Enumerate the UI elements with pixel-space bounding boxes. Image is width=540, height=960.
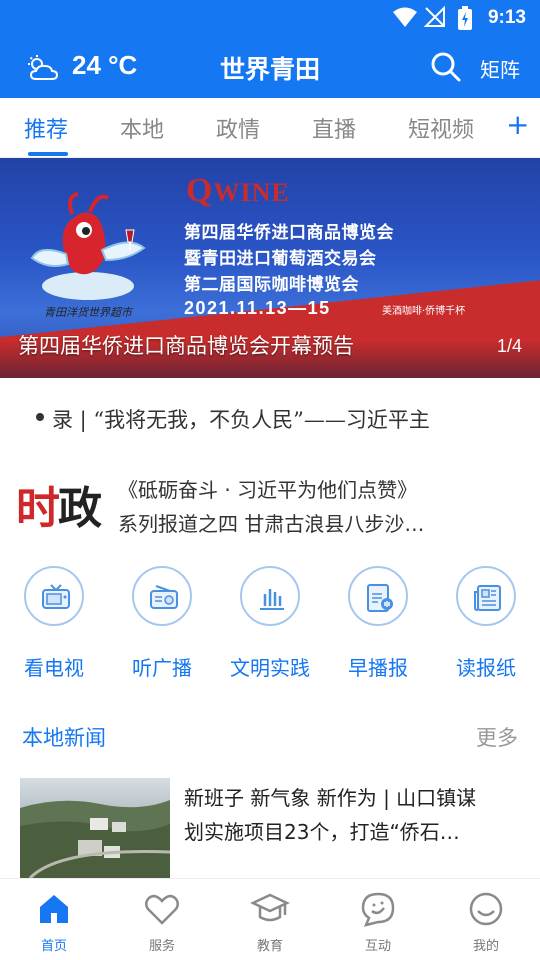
tv-icon bbox=[42, 584, 70, 609]
politics-headline-line1: 《砥砺奋斗 · 习近平为他们点赞》 bbox=[118, 478, 418, 502]
no-signal-icon bbox=[424, 6, 445, 27]
nav-label: 互动 bbox=[364, 939, 391, 954]
quick-link-civilization[interactable]: 文明实践 bbox=[216, 566, 324, 686]
quick-link-label: 听广播 bbox=[132, 656, 192, 680]
nav-label: 我的 bbox=[472, 939, 499, 954]
tab-local[interactable]: 本地 bbox=[120, 112, 164, 144]
quick-link-tv[interactable]: 看电视 bbox=[0, 566, 108, 686]
quick-link-morning-news[interactable]: 早播报 bbox=[324, 566, 432, 686]
headline-marquee[interactable]: 录 | “我将无我，不负人民”——习近平主 bbox=[0, 396, 540, 442]
politics-badge: 时政 bbox=[16, 472, 102, 536]
news-audio-icon bbox=[367, 584, 393, 612]
chat-bubble-icon bbox=[361, 892, 395, 927]
add-tab-icon[interactable]: + bbox=[506, 108, 529, 141]
banner-line-3: 第二届国际咖啡博览会 bbox=[184, 275, 359, 295]
nav-interact[interactable]: 互动 bbox=[324, 887, 432, 959]
quick-link-newspaper[interactable]: 读报纸 bbox=[432, 566, 540, 686]
news-thumbnail bbox=[20, 778, 170, 878]
tab-recommend[interactable]: 推荐 bbox=[24, 112, 68, 144]
nav-mine[interactable]: 我的 bbox=[432, 887, 540, 959]
local-news-title: 本地新闻 bbox=[22, 726, 106, 750]
status-bar: 9:13 bbox=[0, 0, 540, 36]
quick-link-morning-news-circle bbox=[348, 566, 408, 626]
qwine-logo: QWINE bbox=[186, 172, 290, 210]
radio-icon bbox=[150, 585, 178, 609]
quick-link-label: 看电视 bbox=[24, 656, 84, 680]
banner-date: 2021.11.13—15 bbox=[184, 298, 331, 318]
wifi-icon bbox=[393, 7, 417, 27]
mascot-fish-icon bbox=[30, 192, 146, 300]
nav-education[interactable]: 教育 bbox=[216, 887, 324, 959]
battery-icon bbox=[458, 6, 472, 30]
quick-link-civilization-circle bbox=[240, 566, 300, 626]
bar-chart-icon bbox=[260, 589, 284, 610]
qwine-logo-letter: Q bbox=[186, 172, 214, 209]
marquee-text: 录 | “我将无我，不负人民”——习近平主 bbox=[52, 408, 430, 432]
quick-link-label: 读报纸 bbox=[456, 656, 516, 680]
nav-home[interactable]: 首页 bbox=[0, 887, 108, 959]
app-title: 世界青田 bbox=[219, 55, 320, 84]
clock: 9:13 bbox=[487, 7, 526, 28]
village-landscape-image bbox=[20, 800, 170, 878]
quick-link-label: 文明实践 bbox=[230, 656, 310, 680]
tab-short-video[interactable]: 短视频 bbox=[408, 112, 474, 144]
banner-caption: 第四届华侨进口商品博览会开幕预告 bbox=[18, 334, 354, 358]
banner-carousel[interactable]: 青田洋货世界超市 QWINE 第四届华侨进口商品博览会 暨青田进口葡萄酒交易会 … bbox=[0, 158, 540, 378]
nav-label: 首页 bbox=[40, 939, 67, 954]
heart-icon bbox=[145, 894, 179, 925]
quick-link-radio[interactable]: 听广播 bbox=[108, 566, 216, 686]
category-tabs: 推荐 本地 政情 直播 短视频 + bbox=[0, 98, 540, 158]
search-icon[interactable] bbox=[430, 51, 462, 83]
graduation-cap-icon bbox=[250, 893, 290, 922]
nav-label: 教育 bbox=[256, 939, 283, 954]
news-list-item[interactable]: 新班子 新气象 新作为 | 山口镇谋 划实施项目23个，打造“侨石… bbox=[0, 778, 540, 878]
home-icon bbox=[40, 895, 68, 923]
news-headline-line2: 划实施项目23个，打造“侨石… bbox=[184, 820, 460, 844]
news-headline-line1: 新班子 新气象 新作为 | 山口镇谋 bbox=[184, 786, 477, 810]
bottom-navigation: 首页 服务 教育 互动 我的 bbox=[0, 878, 540, 960]
nav-service[interactable]: 服务 bbox=[108, 887, 216, 959]
quick-link-radio-circle bbox=[132, 566, 192, 626]
partly-cloudy-icon bbox=[28, 55, 59, 80]
active-tab-indicator bbox=[28, 152, 68, 156]
banner-line-1: 第四届华侨进口商品博览会 bbox=[184, 223, 394, 243]
smiley-icon bbox=[469, 892, 503, 926]
local-news-header: 本地新闻 更多 bbox=[0, 716, 540, 756]
banner-line-2: 暨青田进口葡萄酒交易会 bbox=[184, 249, 377, 269]
politics-badge-black: 政 bbox=[58, 483, 102, 534]
politics-badge-red: 时 bbox=[16, 483, 60, 534]
app-header: 24 °C 世界青田 矩阵 bbox=[0, 36, 540, 98]
tab-live[interactable]: 直播 bbox=[312, 112, 356, 144]
newspaper-icon bbox=[474, 585, 501, 611]
quick-link-tv-circle bbox=[24, 566, 84, 626]
tab-politics[interactable]: 政情 bbox=[216, 112, 260, 144]
politics-card[interactable]: 时政 《砥砺奋斗 · 习近平为他们点赞》 系列报道之四 甘肃古浪县八步沙… bbox=[0, 460, 540, 546]
banner-page-indicator: 1/4 bbox=[496, 336, 522, 356]
qwine-logo-text: WINE bbox=[213, 178, 290, 207]
politics-headline-line2: 系列报道之四 甘肃古浪县八步沙… bbox=[118, 512, 425, 536]
mascot-caption: 青田洋货世界超市 bbox=[44, 306, 132, 319]
nav-label: 服务 bbox=[148, 939, 175, 954]
banner-tag: 美酒咖啡·侨博千杯 bbox=[382, 306, 466, 317]
quick-link-newspaper-circle bbox=[456, 566, 516, 626]
matrix-button[interactable]: 矩阵 bbox=[480, 54, 520, 83]
temperature: 24 °C bbox=[72, 50, 138, 80]
bullet-dot bbox=[36, 413, 44, 421]
quick-link-label: 早播报 bbox=[348, 656, 408, 680]
quick-links: 看电视 听广播 文明实践 早播报 读报纸 bbox=[0, 566, 540, 686]
local-news-more-link[interactable]: 更多 bbox=[476, 722, 518, 752]
